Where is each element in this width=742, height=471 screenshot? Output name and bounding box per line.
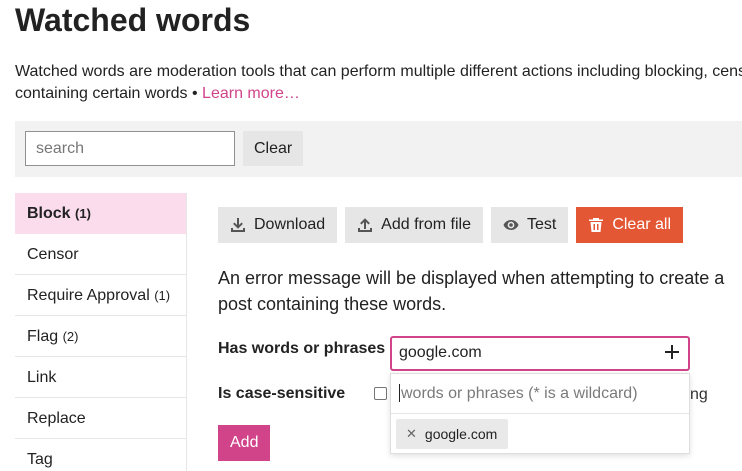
words-filter-placeholder: words or phrases (* is a wildcard) [401, 385, 638, 402]
sidebar-item-count: (1) [75, 206, 91, 221]
test-button[interactable]: Test [490, 207, 569, 243]
description-line-2: containing certain words • Learn more… [15, 83, 742, 105]
description-line-1: Watched words are moderation tools that … [15, 63, 742, 80]
clear-all-label: Clear all [612, 216, 671, 233]
upload-icon [358, 218, 373, 232]
sidebar-item-flag[interactable]: Flag (2) [15, 316, 186, 357]
selected-word-label: google.com [424, 426, 498, 442]
words-filter-input[interactable]: words or phrases (* is a wildcard) [391, 374, 689, 414]
sidebar-item-link[interactable]: Link [15, 357, 186, 398]
sidebar-item-label: Censor [27, 246, 79, 263]
action-info-text: An error message will be displayed when … [218, 268, 725, 314]
text-caret [399, 384, 400, 402]
sidebar-item-replace[interactable]: Replace [15, 398, 186, 439]
sidebar-item-label: Flag [27, 328, 59, 345]
remove-chip-icon[interactable]: ✕ [406, 426, 417, 442]
sidebar-item-label: Replace [27, 410, 86, 427]
plus-icon [665, 345, 679, 359]
action-sidebar: Block (1) Censor Require Approval (1) Fl… [15, 193, 187, 471]
search-input[interactable] [25, 131, 235, 166]
case-sensitive-label: Is case-sensitive [218, 385, 346, 402]
download-button[interactable]: Download [218, 207, 338, 243]
words-dropdown: words or phrases (* is a wildcard) ✕ goo… [390, 373, 690, 454]
clear-search-button[interactable]: Clear [243, 131, 304, 166]
sidebar-item-block[interactable]: Block (1) [15, 193, 186, 234]
words-chooser[interactable]: google.com [390, 336, 690, 371]
download-icon [231, 218, 245, 232]
add-from-file-button[interactable]: Add from file [345, 207, 483, 243]
sidebar-item-count: (2) [62, 329, 79, 344]
clear-all-button[interactable]: Clear all [576, 207, 683, 243]
words-label: Has words or phrases [218, 340, 386, 357]
sidebar-item-label: Block [27, 205, 71, 222]
selected-word-chip[interactable]: ✕ google.com [396, 419, 509, 449]
filter-bar: Clear [15, 121, 742, 177]
add-from-file-label: Add from file [381, 216, 471, 233]
trash-icon [589, 218, 604, 232]
learn-more-link[interactable]: Learn more… [202, 85, 300, 102]
sidebar-item-label: Tag [27, 451, 53, 468]
sidebar-item-label: Require Approval [27, 287, 150, 304]
description-text: containing certain words • [15, 85, 198, 102]
sidebar-item-require-approval[interactable]: Require Approval (1) [15, 275, 186, 316]
sidebar-item-label: Link [27, 369, 57, 386]
sidebar-item-count: (1) [154, 288, 171, 303]
add-button[interactable]: Add [218, 425, 271, 461]
case-sensitive-checkbox[interactable] [374, 387, 387, 400]
test-label: Test [526, 216, 557, 233]
download-label: Download [254, 216, 326, 233]
page-title: Watched words [15, 2, 251, 38]
main-panel: Download Add from file Test Clear all An… [218, 207, 742, 461]
words-chooser-value: google.com [399, 344, 482, 361]
case-description-fragment: ng [690, 386, 708, 403]
page-description: Watched words are moderation tools that … [15, 61, 742, 105]
eye-icon [503, 220, 519, 230]
toolbar: Download Add from file Test Clear all [218, 207, 742, 243]
sidebar-item-tag[interactable]: Tag [15, 439, 186, 471]
sidebar-item-censor[interactable]: Censor [15, 234, 186, 275]
